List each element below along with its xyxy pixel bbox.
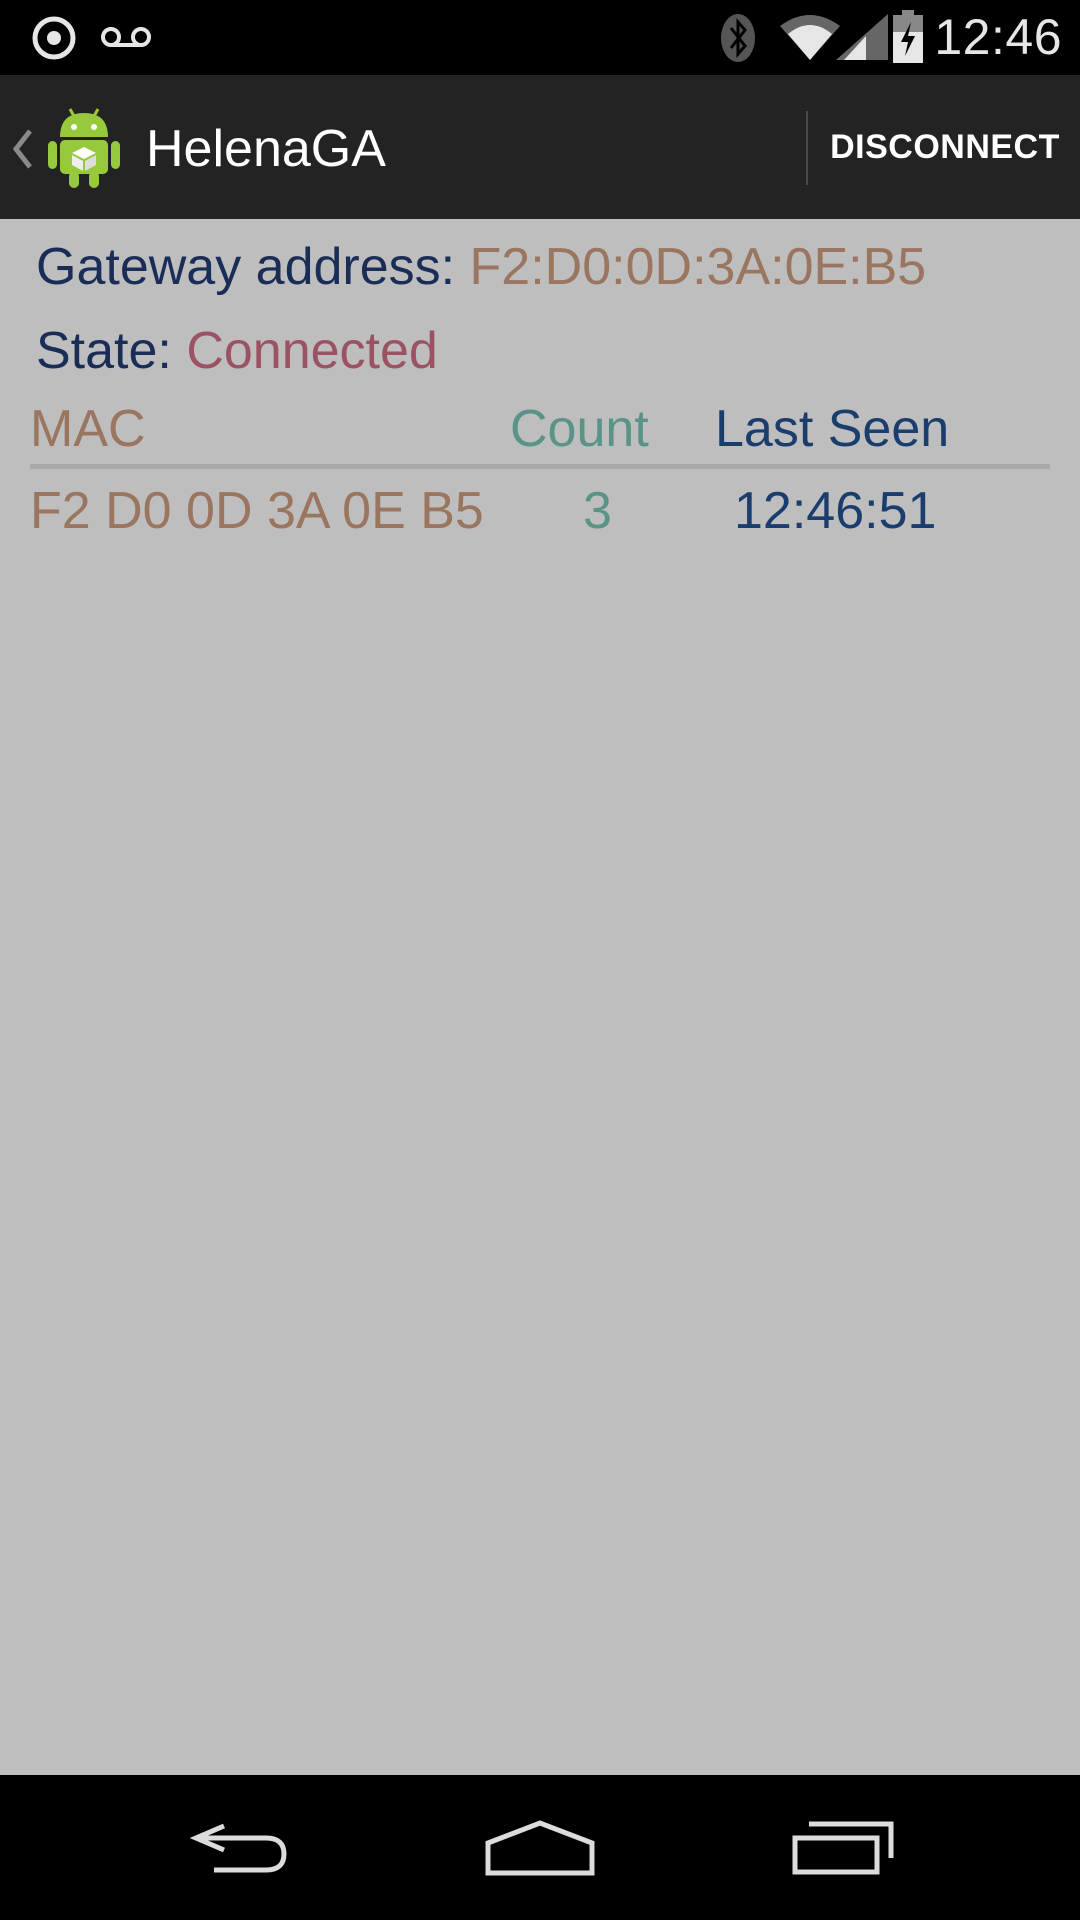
status-bar: 12:46 [0,0,1080,75]
action-bar-divider [806,111,808,185]
back-button[interactable] [140,1775,340,1920]
gateway-address-value: F2:D0:0D:3A:0E:B5 [469,238,927,296]
android-logo-icon [48,108,120,188]
up-home-button[interactable] [0,75,130,219]
state-value: Connected [186,322,438,380]
sync-icon [32,16,76,60]
action-bar: HelenaGA DISCONNECT [0,75,1080,221]
row-mac-cell: F2 D0 0D 3A 0E B5 [30,482,484,540]
app-title: HelenaGA [146,120,386,178]
signal-icon [836,14,888,60]
home-icon [485,1819,595,1875]
wifi-icon [780,15,840,60]
row-last-seen-cell: 12:46:51 [734,482,937,540]
gateway-address-label: Gateway address: [36,238,470,296]
state-label: State: [36,322,187,380]
disconnect-button[interactable]: DISCONNECT [810,75,1080,219]
voicemail-icon [101,27,151,47]
row-count-cell: 3 [583,482,612,540]
column-header-last-seen: Last Seen [715,400,950,458]
home-button[interactable] [440,1775,640,1920]
state-line: State: Connected [36,321,438,381]
up-caret-icon [12,129,32,169]
bluetooth-icon [721,14,755,62]
main-content: Gateway address: F2:D0:0D:3A:0E:B5 State… [0,219,1080,1775]
screen: 12:46 HelenaGA DISCONNECT Gateway addres… [0,0,1080,1920]
battery-charging-icon [893,10,923,63]
navigation-bar [0,1775,1080,1920]
recents-icon [792,1821,894,1874]
back-icon [189,1823,287,1872]
recents-button[interactable] [743,1775,943,1920]
column-header-mac: MAC [30,400,146,458]
status-time: 12:46 [934,9,1062,65]
gateway-address-line: Gateway address: F2:D0:0D:3A:0E:B5 [36,237,926,297]
column-header-count: Count [510,400,649,458]
table-header-divider [30,464,1050,469]
